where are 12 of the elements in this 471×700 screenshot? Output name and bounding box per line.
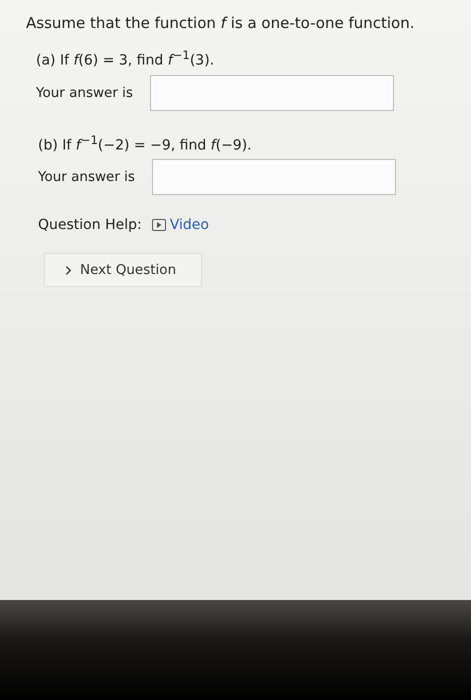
answer-field[interactable] [152,159,396,196]
question-text: (a) If f(6) = 3, find f$^{−1}$(3). [36,48,216,69]
answer-label: Your answer is [38,169,136,186]
answer-field[interactable] [150,74,394,111]
next-question-button[interactable]: Next Question [44,253,202,288]
question-title: Assume that the function f is a one-to-one function. [25,14,416,32]
answer-label: Your answer is [36,84,134,101]
question-text: (b) If f$^{−1}$(−2) = −9, find f(−9). [38,132,253,154]
play-icon [152,219,166,232]
chevron-icon [65,264,72,276]
video-link[interactable]: Video [152,217,209,234]
help-label: Question Help: [38,217,142,234]
